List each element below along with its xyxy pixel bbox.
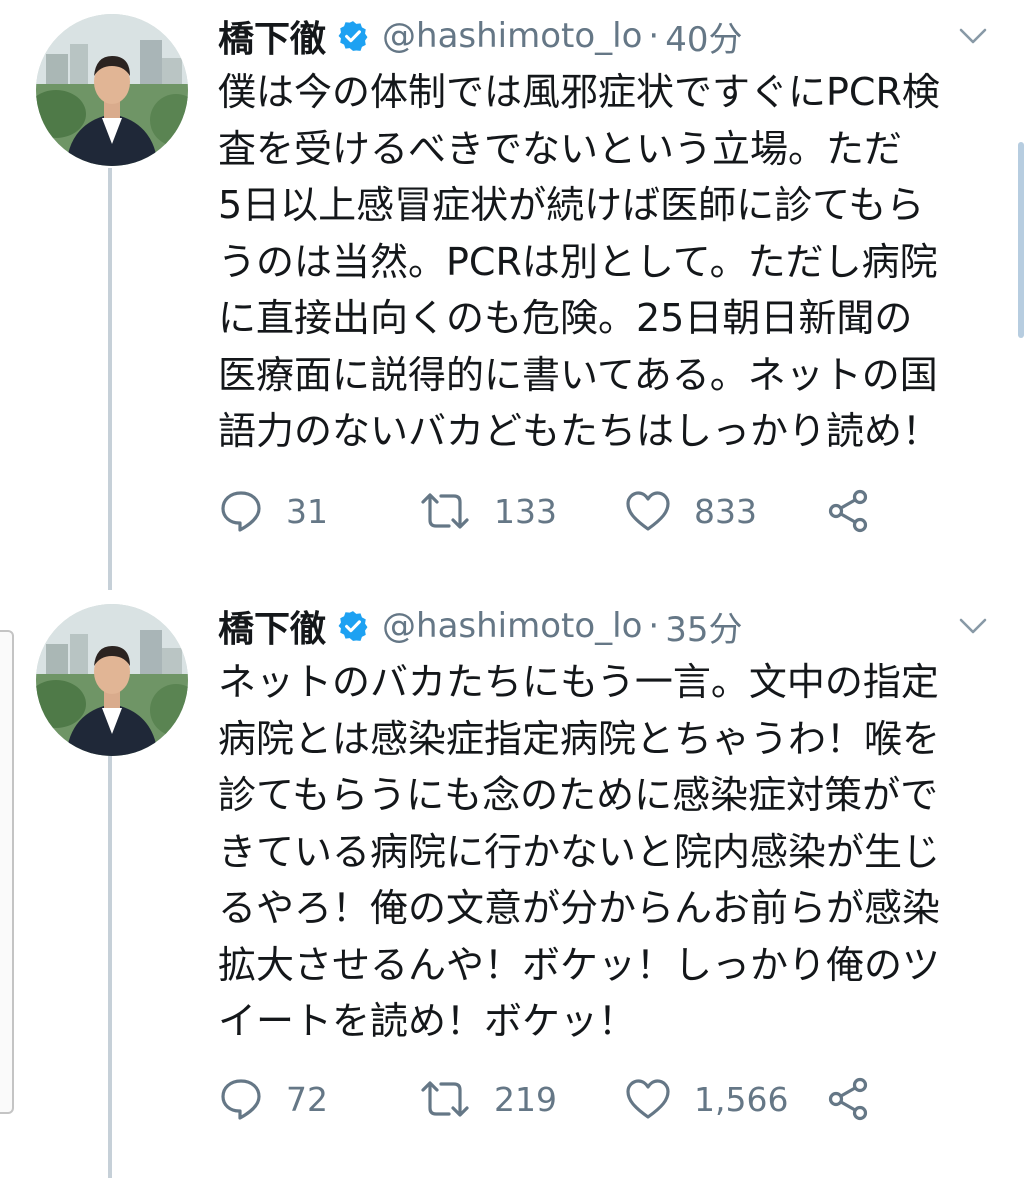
verified-badge-icon xyxy=(336,19,370,53)
tweet-header: 橋下徹 @hashimoto_lo · 35分 xyxy=(218,598,743,654)
tweet-text: 僕は今の体制では風邪症状ですぐにPCR検 査を受けるべきでないという立場。ただ … xyxy=(218,64,998,460)
tweet-feed: 橋下徹 @hashimoto_lo · 40分 僕は今の体制では風邪症状ですぐに… xyxy=(0,0,1024,1178)
tweet-text-line: 診てもらうにも念のために感染症対策がで xyxy=(218,773,939,817)
tweet-timestamp[interactable]: 35分 xyxy=(665,602,742,651)
retweet-button[interactable]: 133 xyxy=(418,486,557,536)
retweet-arrows-icon xyxy=(421,1081,469,1117)
tweet-actions: 31 133 833 xyxy=(218,486,918,536)
tweet-text-line: きている病院に行かないと院内感染が生じ xyxy=(218,829,941,874)
like-button[interactable]: 1,566 xyxy=(624,1074,788,1124)
meta-separator: · xyxy=(648,16,660,56)
reply-count: 31 xyxy=(286,491,328,531)
tweet-actions: 72 219 1,566 xyxy=(218,1074,918,1124)
retweet-count: 133 xyxy=(494,491,557,531)
tweet-text-line: るやろ！俺の文意が分からんお前らが感染 xyxy=(218,886,941,930)
share-nodes-icon xyxy=(828,1077,868,1121)
author-name[interactable]: 橋下徹 xyxy=(218,600,326,652)
tweet-text-line: イートを読め！ボケッ！ xyxy=(218,999,637,1043)
share-nodes-icon xyxy=(828,489,868,533)
reply-count: 72 xyxy=(286,1079,328,1119)
avatar[interactable] xyxy=(36,14,188,166)
tweet-text-line: 僕は今の体制では風邪症状ですぐにPCR検 xyxy=(218,70,940,114)
retweet-button[interactable]: 219 xyxy=(418,1074,557,1124)
tweet-text-line: 査を受けるべきでないという立場。ただ xyxy=(218,126,903,171)
tweet-timestamp[interactable]: 40分 xyxy=(665,12,742,61)
side-panel-edge xyxy=(0,630,14,1114)
heart-outline-icon xyxy=(626,491,670,531)
reply-bubble-icon xyxy=(221,491,261,532)
chevron-down-icon[interactable] xyxy=(958,614,988,638)
like-button[interactable]: 833 xyxy=(624,486,757,536)
reply-bubble-icon xyxy=(221,1079,261,1120)
tweet-text-line: 5日以上感冒症状が続けば医師に診てもら xyxy=(218,183,925,227)
verified-badge-icon xyxy=(336,609,370,643)
tweet-text-line: 拡大させるんや！ボケッ！しっかり俺のツ xyxy=(218,942,941,987)
like-count: 833 xyxy=(694,491,757,531)
author-handle[interactable]: @hashimoto_lo xyxy=(382,16,642,56)
retweet-arrows-icon xyxy=(421,493,469,529)
scrollbar-thumb[interactable] xyxy=(1018,142,1024,338)
share-button[interactable] xyxy=(826,1074,872,1124)
tweet-text-line: に直接出向くのも危険。25日朝日新聞の xyxy=(218,296,913,340)
thread-connector-line xyxy=(108,168,112,590)
avatar[interactable] xyxy=(36,604,188,756)
share-button[interactable] xyxy=(826,486,872,536)
tweet-text-line: 語力のないバカどもたちはしっかり読め！ xyxy=(218,409,941,453)
retweet-count: 219 xyxy=(494,1079,557,1119)
chevron-down-icon[interactable] xyxy=(958,24,988,48)
tweet-text-line: うのは当然。PCRは別として。ただし病院 xyxy=(218,239,938,284)
tweet-text-line: ネットのバカたちにもう一言。文中の指定 xyxy=(218,660,939,704)
like-count: 1,566 xyxy=(694,1079,789,1119)
heart-outline-icon xyxy=(626,1079,670,1119)
thread-connector-line xyxy=(108,756,112,1178)
reply-button[interactable]: 72 xyxy=(218,1074,328,1124)
tweet-header: 橋下徹 @hashimoto_lo · 40分 xyxy=(218,8,743,64)
meta-separator: · xyxy=(648,606,660,646)
tweet-text-line: 病院とは感染症指定病院とちゃうわ！喉を xyxy=(218,716,941,761)
tweet-text: ネットのバカたちにもう一言。文中の指定 病院とは感染症指定病院とちゃうわ！喉を … xyxy=(218,654,998,1050)
tweet-text-line: 医療面に説得的に書いてある。ネットの国 xyxy=(218,352,938,397)
reply-button[interactable]: 31 xyxy=(218,486,328,536)
author-handle[interactable]: @hashimoto_lo xyxy=(382,606,642,646)
author-name[interactable]: 橋下徹 xyxy=(218,10,326,62)
